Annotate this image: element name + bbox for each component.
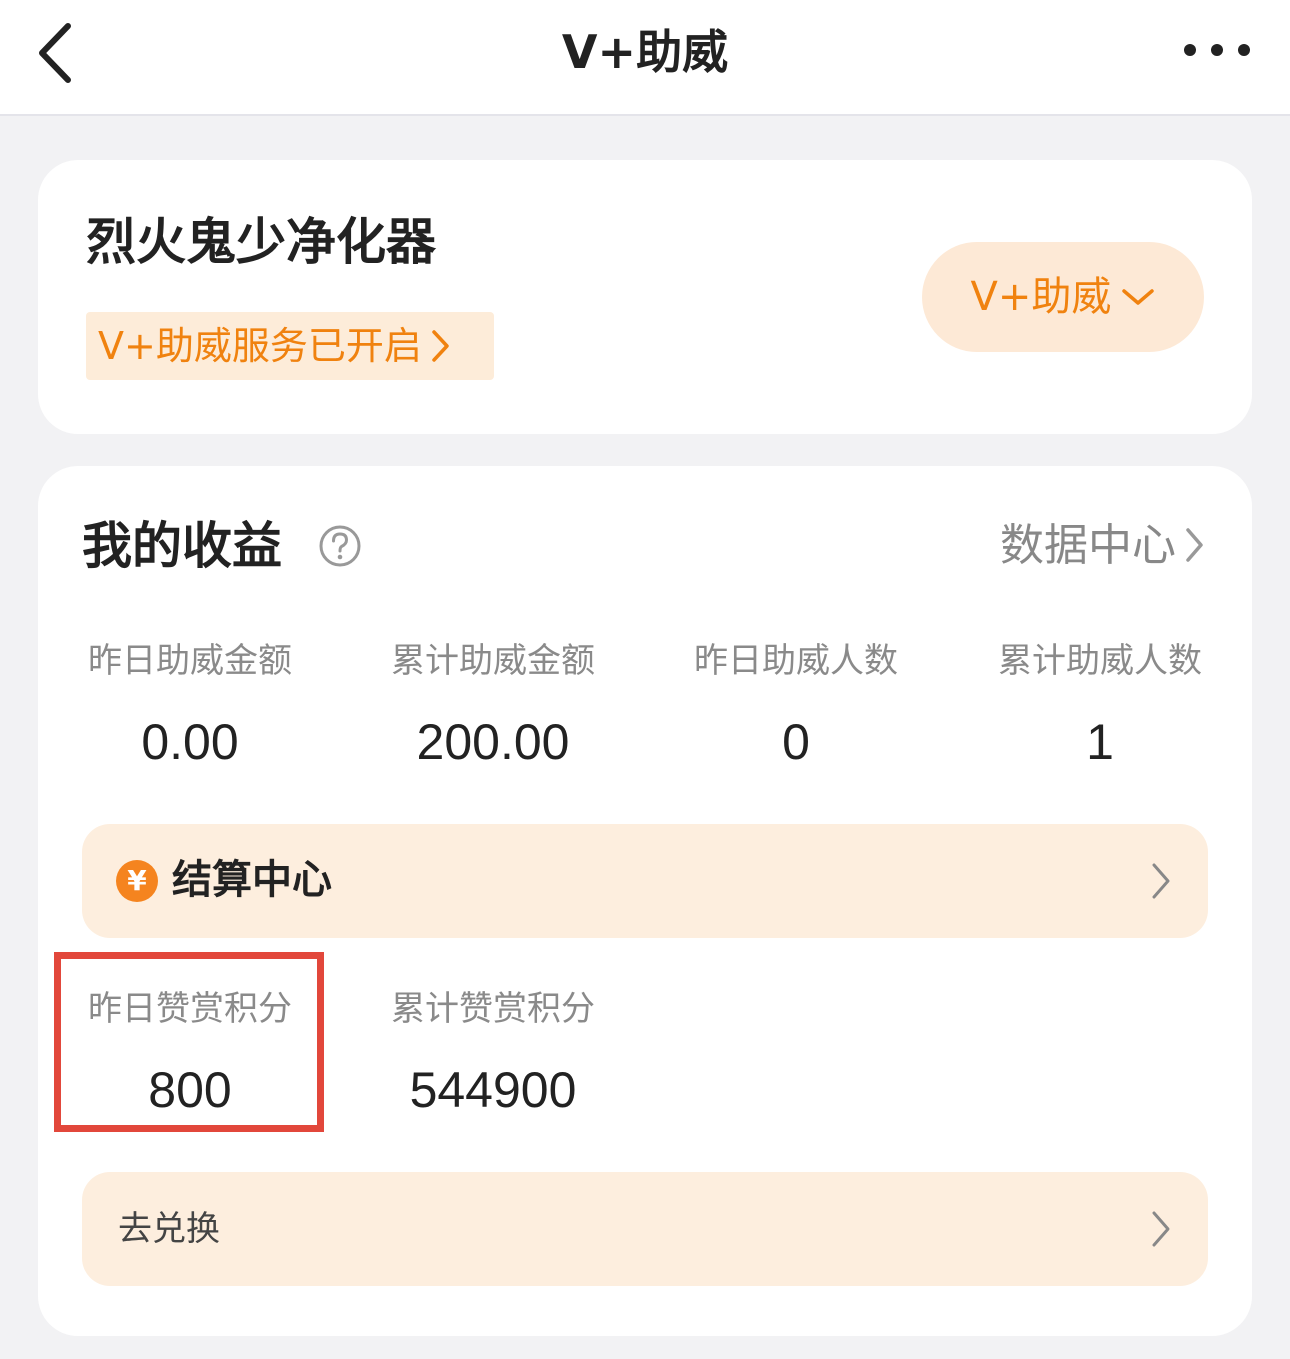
earnings-title: 我的收益 — [82, 517, 282, 575]
chevron-right-icon — [1186, 528, 1203, 562]
settlement-center-button[interactable]: ¥ 结算中心 — [82, 824, 1208, 938]
stat-value: 1 — [1086, 714, 1114, 770]
stat-total-cheer-count: 累计助威人数 1 — [948, 638, 1252, 774]
data-center-link[interactable]: 数据中心 — [1000, 518, 1204, 574]
help-question-icon[interactable] — [318, 524, 362, 568]
earnings-card: 我的收益 数据中心 昨日助威金额 0.00 累计助威金额 200.00 昨日助威… — [38, 466, 1252, 1336]
page-title: V+助威 — [561, 25, 729, 79]
stat-total-reward-points: 累计赞赏积分 544900 — [341, 986, 645, 1122]
yen-coin-icon: ¥ — [116, 860, 158, 902]
stat-label: 累计赞赏积分 — [391, 989, 595, 1029]
vplus-dropdown-button[interactable]: V+助威 — [922, 242, 1204, 352]
stat-value: 200.00 — [416, 714, 570, 770]
highlight-annotation-box — [54, 952, 324, 1132]
stat-total-cheer-amount: 累计助威金额 200.00 — [341, 638, 645, 774]
stat-value: 0.00 — [141, 714, 239, 770]
stat-label: 昨日助威金额 — [88, 641, 292, 681]
service-status-tag[interactable]: V+助威服务已开启 — [86, 312, 494, 380]
chevron-down-icon — [1122, 289, 1155, 305]
stat-yesterday-cheer-amount: 昨日助威金额 0.00 — [38, 638, 342, 774]
more-options-icon[interactable] — [1182, 38, 1252, 62]
stat-value: 544900 — [409, 1062, 577, 1118]
chevron-right-icon — [1152, 863, 1170, 899]
chevron-right-icon — [1152, 1211, 1170, 1247]
product-name: 烈火鬼少净化器 — [86, 213, 436, 271]
stat-yesterday-cheer-count: 昨日助威人数 0 — [644, 638, 948, 774]
product-card: 烈火鬼少净化器 V+助威服务已开启 V+助威 — [38, 160, 1252, 434]
exchange-button[interactable]: 去兑换 — [82, 1172, 1208, 1286]
stat-label: 累计助威金额 — [391, 641, 595, 681]
chevron-right-icon — [432, 329, 449, 362]
settlement-center-label: 结算中心 — [172, 857, 332, 903]
nav-bar: V+助威 — [0, 0, 1290, 116]
stat-value: 0 — [782, 714, 810, 770]
service-status-label: V+助威服务已开启 — [98, 324, 422, 368]
data-center-label: 数据中心 — [1000, 520, 1176, 571]
stat-label: 昨日助威人数 — [694, 641, 898, 681]
exchange-label: 去兑换 — [118, 1209, 220, 1249]
vplus-pill-label: V+助威 — [970, 274, 1112, 320]
stat-label: 累计助威人数 — [998, 641, 1202, 681]
